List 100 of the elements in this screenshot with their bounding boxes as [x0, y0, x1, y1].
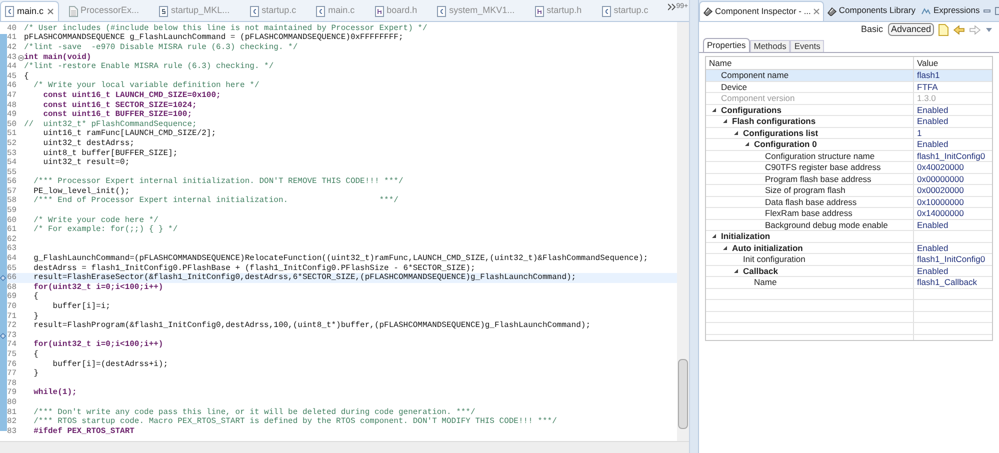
property-name: C90TFS register base address	[765, 161, 881, 174]
property-name: Configurations	[721, 104, 782, 116]
property-value[interactable]: flash1_InitConfig0	[917, 253, 986, 266]
code-line: #ifdef PEX_RTOS_START	[32, 426, 134, 438]
line-number: 54	[7, 157, 17, 168]
code-line: uint16_t ramFunc[LAUNCH_CMD_SIZE/2];	[42, 128, 216, 139]
property-value[interactable]: flash1_Callback	[917, 276, 978, 289]
property-name: Init configuration	[743, 253, 806, 266]
line-number: 60	[7, 214, 17, 226]
expanded-arrow-icon[interactable]	[711, 233, 717, 240]
line-number: 41	[7, 32, 17, 44]
line-number: 47	[7, 90, 17, 102]
code-line: pFLASHCOMMANDSEQUENCE g_FlashLaunchCommand = (pFLASHCOMMANDSEQUENCE)0xFFFFFFFF;	[23, 32, 404, 43]
c-file-icon	[250, 6, 259, 16]
component-icon	[826, 6, 837, 16]
code-line: buffer[i]=i;	[52, 301, 110, 314]
code-line: g_FlashLaunchCommand=(pFLASHCOMMANDSEQUENCE)RelocateFunction((uint32_t)ramFunc,LAUNCH_CMD_SIZE,(uint32_t)&FlashCommandSequence);	[32, 253, 648, 264]
view-tab[interactable]: Components Library	[824, 0, 918, 21]
property-value[interactable]: FTFA	[917, 80, 938, 94]
property-name: Configurations list	[743, 126, 818, 140]
line-number: 62	[7, 234, 17, 244]
property-value[interactable]: 0x10000000	[917, 196, 964, 208]
line-number: 66	[7, 272, 17, 284]
view-tab[interactable]: Component Inspector - ...	[699, 0, 824, 21]
code-comment: /*lint -restore Enable MISRA rule (6.3) checking. */	[23, 61, 274, 72]
code-line: result=FlashProgram(&flash1_InitConfig0,destAdrss,100,(uint8_t*)buffer,(pFLASHCOMMANDSEQUENCE)g_FlashLaunchCommand);	[32, 320, 590, 332]
code-comment: /*** Processor Expert internal initialization. DON'T REMOVE THIS CODE!!! ***/	[32, 176, 404, 187]
close-icon	[46, 8, 54, 15]
property-value[interactable]: 0x00020000	[917, 184, 964, 197]
property-name: Name	[754, 276, 777, 289]
c-file-icon	[437, 6, 446, 16]
line-number: 48	[7, 100, 17, 110]
editor-tab[interactable]: main.c	[0, 1, 59, 21]
property-value[interactable]: 1	[917, 126, 922, 140]
scrollbar[interactable]	[677, 22, 689, 441]
property-name: Flash configurations	[732, 115, 816, 128]
new-document-icon[interactable]	[938, 24, 949, 36]
expressions-icon	[921, 6, 932, 16]
code-line: int main(void)	[23, 52, 92, 62]
minimize-icon[interactable]	[982, 6, 991, 15]
line-number: 69	[7, 291, 17, 302]
fold-icon[interactable]	[18, 54, 24, 61]
view-tab[interactable]: Expressions	[918, 0, 983, 21]
property-name: FlexRam base address	[765, 207, 852, 220]
code-line: }	[32, 310, 38, 321]
line-number: 72	[7, 320, 17, 332]
property-value[interactable]: Enabled	[917, 115, 948, 128]
code-line: for(uint32_t i=0;i<100;i++)	[32, 282, 164, 292]
property-name: Callback	[743, 264, 778, 278]
inspector-tab[interactable]: Methods	[750, 40, 790, 52]
property-name: Initialization	[721, 230, 770, 243]
line-number: 40	[7, 22, 17, 34]
property-value[interactable]: flash1	[917, 69, 940, 82]
property-name: Data flash base address	[765, 196, 857, 208]
column-header[interactable]: Name	[706, 57, 914, 70]
line-number: 82	[7, 416, 17, 428]
expanded-arrow-icon[interactable]	[711, 106, 717, 113]
property-value[interactable]: 0x40020000	[917, 161, 964, 174]
header-file-icon	[534, 6, 544, 16]
property-name: Configuration structure name	[765, 150, 875, 162]
expanded-arrow-icon[interactable]	[722, 118, 728, 124]
line-number: 64	[7, 253, 17, 264]
code-comment: /* Write your code here */	[32, 214, 158, 225]
property-value[interactable]: 0x00000000	[917, 172, 964, 186]
horizontal-scrollbar[interactable]	[0, 441, 689, 453]
forward-arrow-icon[interactable]	[969, 24, 981, 35]
line-number: 57	[7, 186, 17, 196]
back-arrow-icon[interactable]	[953, 24, 965, 35]
line-number: 75	[7, 348, 17, 360]
expanded-arrow-icon[interactable]	[733, 130, 739, 136]
property-value[interactable]: Enabled	[917, 242, 948, 254]
code-line: {	[23, 70, 29, 83]
selected-row[interactable]: Component name flash1	[706, 70, 992, 82]
expanded-arrow-icon[interactable]	[744, 141, 750, 148]
property-name: Component name	[721, 69, 789, 82]
line-number: 79	[7, 387, 17, 398]
mode-button[interactable]: Advanced	[888, 23, 934, 36]
expanded-arrow-icon[interactable]	[733, 268, 739, 274]
property-value[interactable]: 0x14000000	[917, 207, 964, 220]
property-value[interactable]: Enabled	[917, 104, 948, 116]
column-header[interactable]: Value	[914, 57, 992, 70]
property-name: Component version	[721, 92, 795, 105]
chevron-icon	[668, 3, 676, 11]
code-line: uint8_t buffer[BUFFER_SIZE];	[42, 148, 178, 158]
line-number: 83	[7, 426, 17, 438]
code-comment: /*** End of Processor Expert internal initialization. ***/	[32, 195, 398, 208]
code-line: uint32_t destAdrss;	[42, 138, 134, 149]
inspector-tab[interactable]: Events	[790, 40, 824, 52]
expanded-arrow-icon[interactable]	[722, 244, 728, 251]
mode-button[interactable]: Basic	[858, 23, 885, 36]
line-number: 61	[7, 224, 17, 236]
inspector-tab[interactable]: Properties	[703, 38, 750, 52]
property-value[interactable]: Enabled	[917, 138, 948, 151]
property-value[interactable]: Enabled	[917, 218, 948, 232]
code-line: const uint16_t LAUNCH_CMD_SIZE=0x100;	[42, 90, 221, 101]
property-value[interactable]: flash1_InitConfig0	[917, 150, 986, 162]
property-value[interactable]: Enabled	[917, 264, 948, 278]
view-menu-icon[interactable]	[985, 26, 993, 33]
line-number: 58	[7, 195, 17, 206]
line-number: 74	[7, 339, 17, 350]
